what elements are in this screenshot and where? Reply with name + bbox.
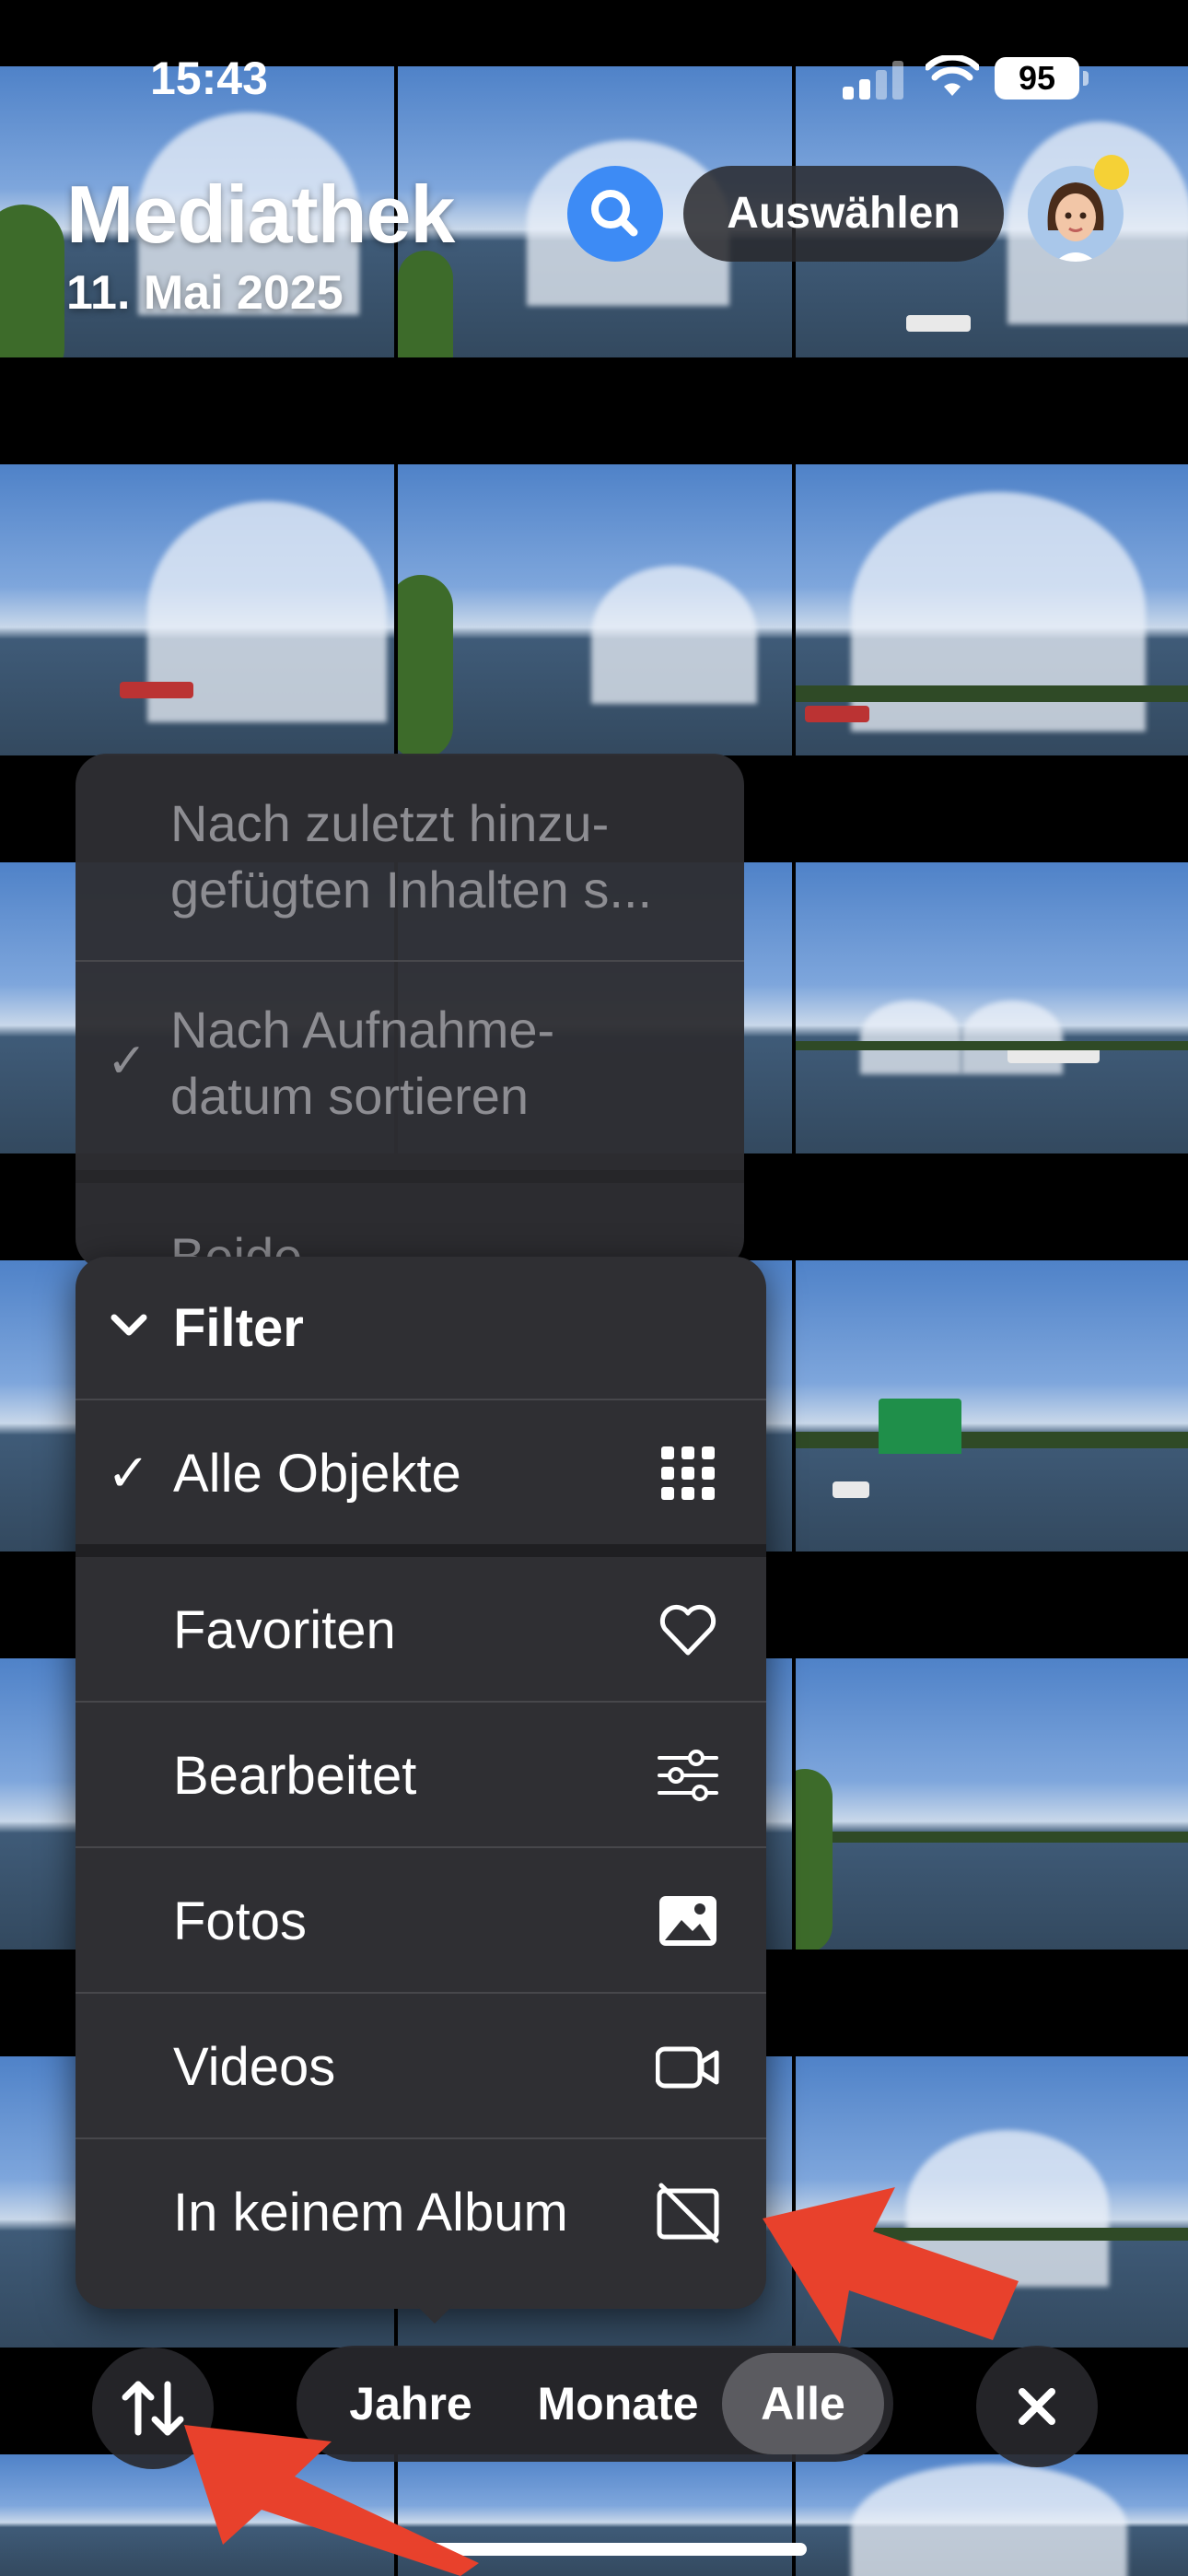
segment-months[interactable]: Monate <box>516 2346 720 2462</box>
no-album-icon <box>657 2183 719 2243</box>
status-time: 15:43 <box>150 53 268 104</box>
video-icon <box>656 2046 719 2089</box>
filter-menu: Filter ✓ Alle Objekte Favoriten Bearbeit… <box>76 1257 766 2309</box>
sort-option-label: Nach Aufnahme- datum sortieren <box>170 1001 555 1125</box>
home-indicator <box>424 2543 807 2556</box>
photo-thumbnail[interactable] <box>398 464 792 755</box>
checkmark-icon: ✓ <box>107 1444 150 1502</box>
divider <box>76 1170 744 1183</box>
chevron-down-icon <box>111 1314 147 1336</box>
filter-option-photos[interactable]: Fotos <box>76 1848 766 1992</box>
grid-icon <box>661 1446 715 1500</box>
filter-option-favorites[interactable]: Favoriten <box>76 1557 766 1701</box>
photo-thumbnail[interactable] <box>796 1260 1188 1551</box>
sort-menu: Nach zuletzt hinzu- gefügten Inhalten s.… <box>76 754 744 1270</box>
filter-option-all-items[interactable]: ✓ Alle Objekte <box>76 1400 766 1544</box>
close-button[interactable] <box>976 2346 1098 2467</box>
filter-option-not-in-album[interactable]: In keinem Album <box>76 2139 766 2283</box>
checkmark-icon: ✓ <box>107 1035 147 1088</box>
filter-option-label: Fotos <box>173 1891 308 1951</box>
page-title: Mediathek <box>66 169 455 260</box>
notification-dot <box>1094 155 1129 190</box>
close-icon <box>1019 2388 1055 2425</box>
segment-all[interactable]: Alle <box>722 2353 884 2454</box>
menu-pointer <box>416 2305 453 2324</box>
photo-thumbnail[interactable] <box>796 1658 1188 1950</box>
section-divider <box>76 1544 766 1557</box>
sort-option-recently-added[interactable]: Nach zuletzt hinzu- gefügten Inhalten s.… <box>76 790 744 929</box>
filter-option-label: Bearbeitet <box>173 1746 417 1806</box>
heart-icon <box>659 1604 716 1656</box>
filter-header-label: Filter <box>173 1298 304 1358</box>
photo-thumbnail[interactable] <box>796 464 1188 755</box>
filter-option-edited[interactable]: Bearbeitet <box>76 1703 766 1846</box>
search-icon <box>591 190 638 237</box>
annotation-arrow-right <box>763 2187 1019 2344</box>
photo-thumbnail[interactable] <box>796 2454 1188 2576</box>
status-bar: 15:43 95 <box>0 0 1188 129</box>
annotation-arrow-left <box>184 2425 479 2576</box>
photo-thumbnail[interactable] <box>796 862 1188 1153</box>
sliders-icon <box>658 1750 718 1801</box>
select-button[interactable]: Auswählen <box>683 166 1004 262</box>
filter-option-label: In keinem Album <box>173 2183 568 2242</box>
filter-option-label: Videos <box>173 2037 336 2097</box>
filter-header[interactable]: Filter <box>76 1257 766 1399</box>
sort-option-label: Nach zuletzt hinzu- gefügten Inhalten s.… <box>170 794 653 919</box>
photo-icon <box>659 1896 716 1946</box>
divider <box>76 960 744 962</box>
cellular-signal-icon <box>843 59 903 100</box>
sort-option-capture-date[interactable]: ✓ Nach Aufnahme- datum sortieren <box>76 997 744 1135</box>
filter-option-videos[interactable]: Videos <box>76 1994 766 2137</box>
filter-option-label: Favoriten <box>173 1600 396 1660</box>
search-button[interactable] <box>567 166 663 262</box>
date-subtitle: 11. Mai 2025 <box>66 266 344 320</box>
filter-option-label: Alle Objekte <box>173 1444 461 1504</box>
photo-thumbnail[interactable] <box>0 464 394 755</box>
battery-indicator: 95 <box>995 57 1089 100</box>
wifi-icon <box>926 55 979 96</box>
